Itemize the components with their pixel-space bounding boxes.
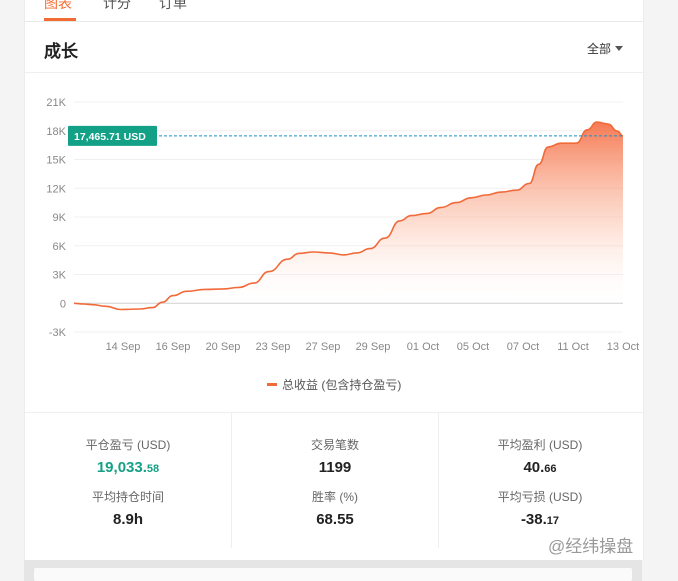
- y-tick-label: 12K: [46, 183, 66, 195]
- x-axis-ticks: 14 Sep 16 Sep 20 Sep 23 Sep 27 Sep 29 Sep 01 O…: [106, 341, 640, 353]
- stat-avg-hold-time: 平均持仓时间 8.9h: [25, 488, 231, 528]
- bottom-panel-inner: [34, 568, 632, 581]
- stat-value: 40.66: [523, 459, 557, 476]
- y-axis-ticks: 21K 18K 15K 12K 9K 6K 3K 0 -3K: [46, 97, 66, 339]
- growth-card: 图表 计分 订单 成长 全部 21K 18K 15K 12K 9K 6K 3K 0 -3K 14…: [24, 0, 644, 560]
- stat-avg-loss: 平均亏损 (USD) -38.17: [437, 488, 643, 528]
- stat-label: 平均亏损 (USD): [497, 490, 583, 504]
- y-tick-label: -3K: [49, 327, 67, 339]
- stats-column-left: 平仓盈亏 (USD) 19,033.58 平均持仓时间 8.9h: [25, 413, 231, 548]
- stat-closed-pnl: 平仓盈亏 (USD) 19,033.58: [25, 436, 231, 476]
- stat-label: 平均持仓时间: [91, 490, 164, 504]
- stats-column-middle: 交易笔数 1199 胜率 (%) 68.55: [231, 413, 439, 548]
- chart-legend[interactable]: 总收益 (包含持仓盈亏): [267, 376, 401, 393]
- stat-label: 交易笔数: [310, 438, 359, 452]
- y-tick-label: 6K: [53, 241, 67, 253]
- current-value-label: 17,465.71 USD: [74, 131, 146, 143]
- x-tick-label: 29 Sep: [356, 341, 391, 353]
- growth-chart: 21K 18K 15K 12K 9K 6K 3K 0 -3K 14 Sep 16 Sep 20 Se…: [46, 97, 640, 353]
- x-tick-label: 01 Oct: [407, 341, 439, 353]
- x-tick-label: 27 Sep: [306, 341, 341, 353]
- x-tick-label: 11 Oct: [557, 341, 589, 353]
- growth-area: [74, 122, 623, 310]
- stat-win-rate: 胜率 (%) 68.55: [232, 488, 438, 528]
- x-tick-label: 07 Oct: [507, 341, 539, 353]
- stat-value: -38.17: [520, 511, 560, 528]
- stat-value: 68.55: [316, 511, 354, 528]
- x-tick-label: 16 Sep: [156, 341, 191, 353]
- stat-avg-profit: 平均盈利 (USD) 40.66: [437, 436, 643, 476]
- x-tick-label: 14 Sep: [106, 341, 141, 353]
- stat-trade-count: 交易笔数 1199: [232, 436, 438, 476]
- y-tick-label: 3K: [53, 270, 67, 282]
- stat-value: 19,033.58: [96, 459, 160, 476]
- stats-panel: 平仓盈亏 (USD) 19,033.58 平均持仓时间 8.9h 交易笔数 11…: [25, 412, 643, 548]
- stat-label: 平仓盈亏 (USD): [85, 438, 171, 452]
- bottom-panel: [24, 560, 642, 581]
- y-tick-label: 18K: [46, 126, 66, 138]
- legend-swatch: [267, 383, 277, 386]
- y-tick-label: 9K: [53, 212, 67, 224]
- legend-label: 总收益 (包含持仓盈亏): [282, 378, 402, 392]
- y-tick-label: 15K: [46, 155, 66, 167]
- stat-label: 平均盈利 (USD): [497, 438, 583, 452]
- x-tick-label: 13 Oct: [607, 341, 639, 353]
- watermark: @经纬操盘: [548, 537, 634, 556]
- y-tick-label: 21K: [46, 97, 66, 109]
- stat-value: 8.9h: [112, 511, 143, 528]
- stats-column-right: 平均盈利 (USD) 40.66 平均亏损 (USD) -38.17: [437, 413, 643, 548]
- stat-value: 1199: [318, 459, 352, 476]
- y-tick-label: 0: [60, 298, 66, 310]
- x-tick-label: 20 Sep: [206, 341, 241, 353]
- x-tick-label: 05 Oct: [457, 341, 489, 353]
- x-tick-label: 23 Sep: [256, 341, 291, 353]
- stat-label: 胜率 (%): [312, 490, 358, 504]
